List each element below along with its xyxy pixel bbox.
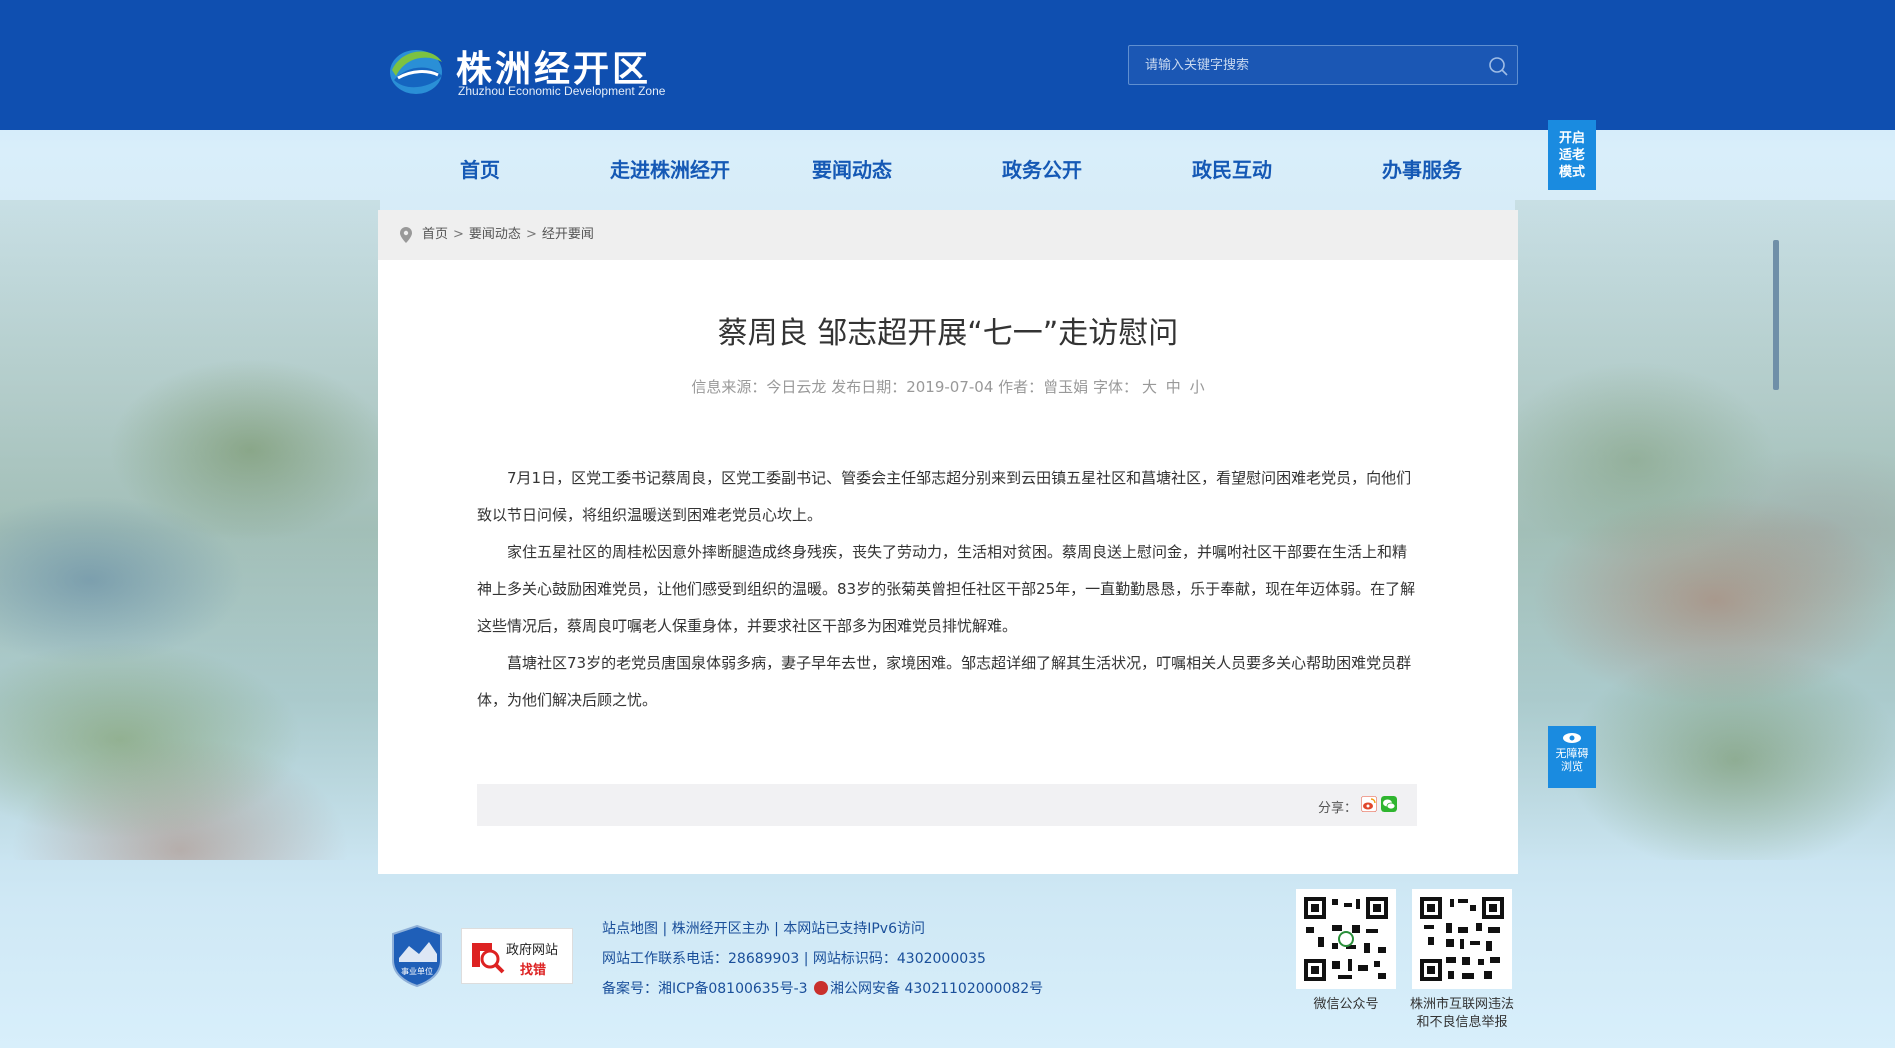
footer-record: 备案号：湘ICP备08100635号-3 湘公网安备 4302110200008… [602,974,1043,1004]
elder-mode-line: 开启 [1558,131,1585,146]
accessibility-line: 无障碍 [1555,747,1589,760]
report-qr-caption-line: 和不良信息举报 [1416,1015,1508,1030]
article-body: 7月1日，区党工委书记蔡周良，区党工委副书记、管委会主任邹志超分别来到云田镇五星… [477,460,1417,719]
footer-contact: 网站工作联系电话：28689903 | 网站标识码：4302000035 [602,951,986,967]
tower-graphic [1773,240,1779,390]
search-input[interactable] [1129,46,1469,84]
article-paragraph: 家住五星社区的周桂松因意外摔断腿造成终身残疾，丧失了劳动力，生活相对贫困。蔡周良… [477,543,1416,635]
wechat-icon[interactable] [1381,796,1397,812]
gov-site-error-report[interactable]: 政府网站 找错 [461,928,573,984]
article-paragraph: 菖塘社区73岁的老党员唐国泉体弱多病，妻子早年去世，家境困难。邹志超详细了解其生… [477,654,1412,709]
site-footer: 事业单位 政府网站 找错 站点地图 | 株洲经开区主办 | 本网站已支持IPv6… [0,874,1895,1048]
font-size-large[interactable]: 大 [1142,378,1157,396]
article-meta: 信息来源：今日云龙 发布日期：2019-07-04 作者：曾玉娟 字体：大 中 … [378,376,1518,397]
breadcrumb-separator: > [453,227,464,242]
wechat-qr-caption: 微信公众号 [1313,997,1379,1012]
search-box [1128,45,1518,85]
article-panel: 首页 > 要闻动态 > 经开要闻 蔡周良 邹志超开展“七一”走访慰问 信息来源：今日云龙… [378,210,1518,874]
report-qr-caption-line: 株洲市互联网违法 [1409,997,1514,1012]
breadcrumb-home[interactable]: 首页 [422,227,448,242]
wechat-qr-code [1296,889,1396,989]
site-header: 株洲经开区 Zhuzhou Economic Development Zone [0,0,1895,130]
footer-links[interactable]: 站点地图 | 株洲经开区主办 | 本网站已支持IPv6访问 [602,914,1043,944]
accessibility-line: 浏览 [1561,760,1583,773]
breadcrumb-current[interactable]: 经开要闻 [542,227,594,242]
footer-info: 站点地图 | 株洲经开区主办 | 本网站已支持IPv6访问 网站工作联系电话：2… [602,914,1043,1004]
breadcrumb: 首页 > 要闻动态 > 经开要闻 [378,210,1518,260]
logo-emblem-icon [390,50,442,94]
icp-number[interactable]: 湘ICP备08100635号-3 [658,981,808,997]
nav-item-interaction[interactable]: 政民互动 [1152,148,1312,193]
breadcrumb-separator: > [525,227,537,242]
badge-label: 事业单位 [401,966,433,976]
location-pin-icon [400,227,412,243]
meta-date: 发布日期：2019-07-04 [831,378,994,396]
meta-font-label: 字体： [1092,378,1138,396]
site-logo[interactable]: 株洲经开区 Zhuzhou Economic Development Zone [388,40,698,100]
qr-code-icon [1418,895,1506,983]
nav-item-about[interactable]: 走进株洲经开 [590,148,750,193]
background-scenery-left [0,200,380,860]
elder-mode-line: 适老 [1558,148,1585,163]
breadcrumb-news[interactable]: 要闻动态 [469,227,521,242]
meta-source: 信息来源：今日云龙 [691,378,827,396]
search-icon[interactable] [1487,55,1509,77]
magnifier-icon [472,943,505,974]
weibo-icon[interactable] [1361,796,1377,812]
gov-error-line1: 政府网站 [506,943,559,958]
article-title: 蔡周良 邹志超开展“七一”走访慰问 [717,316,1179,351]
share-label: 分享： [1317,801,1357,816]
nav-item-home[interactable]: 首页 [400,148,560,193]
font-size-small[interactable]: 小 [1190,378,1205,396]
eye-icon [1563,733,1581,743]
report-qr-code [1412,889,1512,989]
logo-subtitle: Zhuzhou Economic Development Zone [458,84,666,98]
article-paragraph: 7月1日，区党工委书记蔡周良，区党工委副书记、管委会主任邹志超分别来到云田镇五星… [477,469,1412,524]
nav-item-services[interactable]: 办事服务 [1342,148,1502,193]
qr-code-icon [1302,895,1390,983]
share-bar: 分享： [477,784,1417,826]
font-size-medium[interactable]: 中 [1166,378,1181,396]
police-record[interactable]: 湘公网安备 43021102000082号 [830,981,1043,997]
elder-mode-button[interactable]: 开启 适老 模式 [1548,120,1596,190]
nav-item-government-affairs[interactable]: 政务公开 [962,148,1122,193]
nav-item-news[interactable]: 要闻动态 [772,148,932,193]
police-emblem-icon [814,981,829,995]
gov-error-line2: 找错 [520,963,547,978]
public-institution-badge-icon[interactable]: 事业单位 [389,924,445,988]
accessibility-button[interactable]: 无障碍 浏览 [1548,726,1596,788]
main-nav: 首页 走进株洲经开 要闻动态 政务公开 政民互动 办事服务 [400,148,1500,193]
report-qr-caption: 株洲市互联网违法 和不良信息举报 [1402,996,1522,1032]
elder-mode-line: 模式 [1558,165,1585,180]
meta-author: 作者：曾玉娟 [998,378,1089,396]
icp-label: 备案号： [602,981,658,997]
